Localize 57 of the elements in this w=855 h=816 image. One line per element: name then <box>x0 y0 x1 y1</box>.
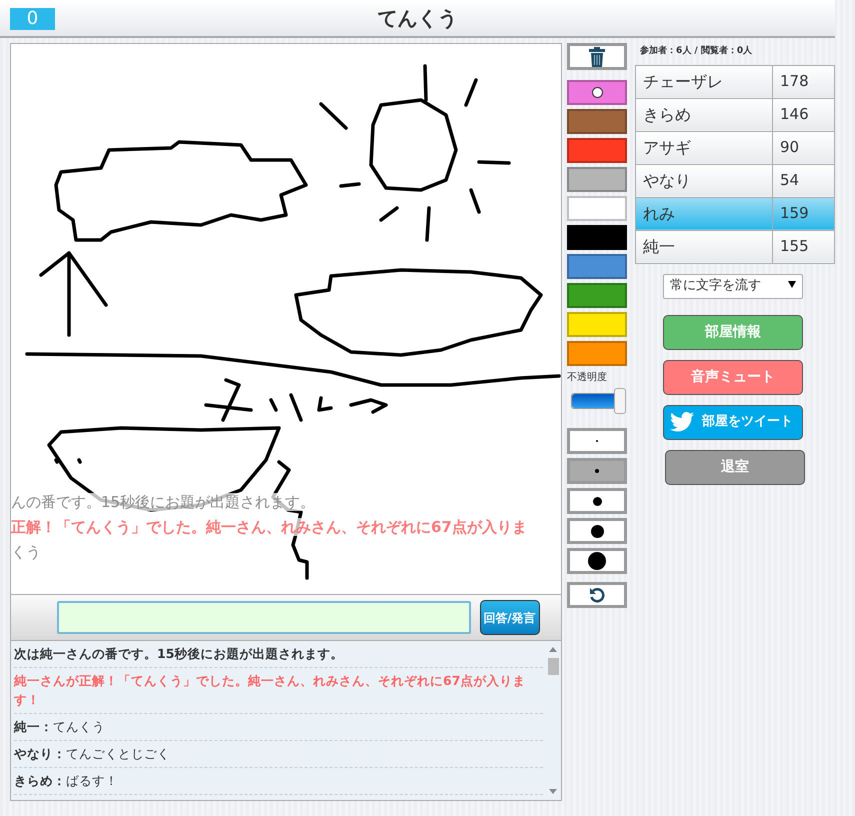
room-info-button[interactable]: 部屋情報 <box>663 314 803 350</box>
score-badge: 0 <box>10 8 55 30</box>
color-swatch[interactable] <box>567 341 627 366</box>
display-mode-select[interactable]: 常に文字を流す <box>663 274 803 298</box>
color-swatch[interactable] <box>567 283 627 308</box>
color-swatch[interactable] <box>567 167 627 192</box>
system-message: 次は純一さんの番です。15秒後にお題が出題されます。 <box>14 641 543 668</box>
player-score: 159 <box>772 197 834 230</box>
color-swatch[interactable] <box>567 225 627 250</box>
send-button[interactable]: 回答/発言 <box>480 600 540 635</box>
brush-size-button[interactable] <box>567 518 627 544</box>
opacity-label: 不透明度 <box>567 372 608 384</box>
color-swatch[interactable] <box>567 196 627 221</box>
chat-message: てんくう <box>53 719 105 734</box>
player-name: 純一 <box>636 230 772 263</box>
player-name: やなり <box>636 164 772 197</box>
brush-size-button[interactable] <box>567 548 627 574</box>
player-name: きらめ <box>636 98 772 131</box>
player-name: れみ <box>636 197 772 230</box>
color-swatch[interactable] <box>567 80 627 105</box>
player-score: 178 <box>772 65 834 98</box>
player-name: アサギ <box>636 131 772 164</box>
color-swatch[interactable] <box>567 254 627 279</box>
participant-count: 参加者：6人 / 閲覧者：0人 <box>640 45 754 58</box>
brush-dot-icon <box>595 469 599 473</box>
leave-button[interactable]: 退室 <box>665 450 805 484</box>
brush-dot-icon <box>588 552 606 570</box>
speaker-name: 純一： <box>14 719 53 734</box>
player-score: 155 <box>772 230 834 263</box>
chat-message: てんごくとじごく <box>66 746 170 761</box>
bird-icon <box>670 412 694 432</box>
trash-icon <box>589 46 605 66</box>
answer-title: てんくう <box>378 6 458 30</box>
opacity-slider[interactable] <box>571 388 629 414</box>
selected-marker-icon <box>592 87 602 98</box>
overlay-message: 正解！「てんくう」でした。純一さん、れみさん、それぞれに67点が入りま <box>11 518 527 536</box>
color-swatch[interactable] <box>567 109 627 134</box>
brush-dot-icon <box>590 524 604 538</box>
player-score: 90 <box>772 131 834 164</box>
color-swatch[interactable] <box>567 138 627 163</box>
mute-button[interactable]: 音声ミュート <box>663 360 803 394</box>
tweet-button[interactable]: 部屋をツイート <box>663 404 803 440</box>
color-swatch[interactable] <box>567 312 627 337</box>
drawing-canvas[interactable]: んの番です。15秒後にお題が出題されます。 正解！「てんくう」でした。純一さん、れみさん、それぞれに67点が入りま くう <box>10 43 562 595</box>
player-score: 54 <box>772 164 834 197</box>
undo-button[interactable] <box>567 582 627 608</box>
chat-message: ばるす！ <box>66 773 118 788</box>
brush-size-button[interactable] <box>567 488 627 514</box>
clear-button[interactable] <box>567 43 627 70</box>
undo-icon <box>589 587 605 603</box>
brush-dot-icon <box>592 496 602 506</box>
system-message: 純一さんが正解！「てんくう」でした。純一さん、れみさん、それぞれに67点が入ります！ <box>14 668 543 714</box>
speaker-name: きらめ： <box>14 773 66 788</box>
player-score: 146 <box>772 98 834 131</box>
speaker-name: やなり： <box>14 746 66 761</box>
answer-input[interactable] <box>56 601 470 634</box>
player-name: チェーザレ <box>636 65 772 98</box>
